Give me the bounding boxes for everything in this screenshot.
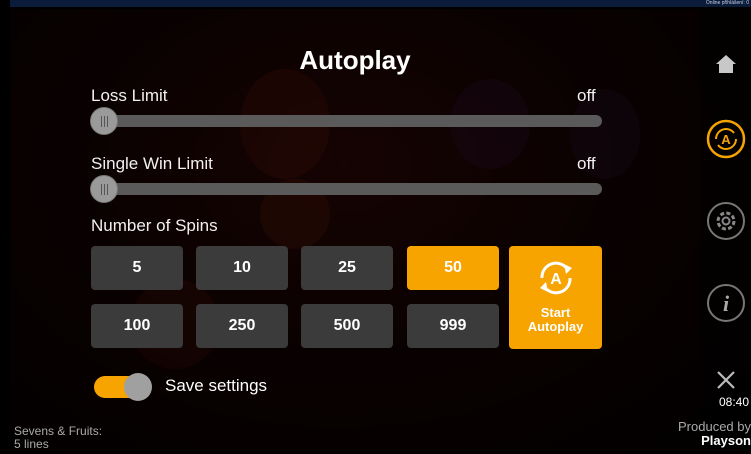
top-strip [10, 0, 751, 7]
toggle-knob [124, 373, 152, 401]
spins-option-button[interactable]: 500 [301, 304, 393, 348]
produced-by-label: Produced by [678, 419, 751, 434]
single-win-limit-value: off [577, 154, 596, 173]
autoplay-icon: A [539, 261, 572, 295]
autoplay-side-button[interactable]: A [701, 117, 751, 161]
start-label-line1: Start [540, 305, 571, 320]
single-win-limit-slider-handle[interactable] [90, 175, 118, 203]
producer-name: Playson [701, 433, 751, 448]
loss-limit-value: off [577, 86, 596, 105]
top-bar: Online přihlášení: 0 [0, 0, 751, 9]
info-button[interactable]: i [701, 281, 751, 325]
clock: 08:40 [718, 395, 749, 409]
autoplay-dialog: Autoplay Loss Limit off Single Win Limit… [10, 9, 751, 454]
home-button[interactable] [701, 49, 751, 79]
game-info: Sevens & Fruits: 5 lines [14, 425, 102, 451]
game-lines: 5 lines [14, 437, 49, 451]
producer-info: Produced by Playson [678, 420, 751, 448]
svg-text:A: A [550, 271, 562, 288]
single-win-limit-label: Single Win Limit [91, 154, 213, 173]
loss-limit-slider-handle[interactable] [90, 107, 118, 135]
info-icon: i [707, 284, 745, 322]
close-button[interactable] [701, 367, 751, 393]
spins-option-button[interactable]: 250 [196, 304, 288, 348]
spins-option-button[interactable]: 999 [407, 304, 499, 348]
loss-limit-label: Loss Limit [91, 86, 168, 105]
single-win-limit-slider[interactable] [92, 183, 602, 195]
spins-option-button[interactable]: 5 [91, 246, 183, 290]
loss-limit-slider[interactable] [92, 115, 602, 127]
spins-option-button[interactable]: 100 [91, 304, 183, 348]
home-icon [716, 55, 736, 73]
save-settings-toggle[interactable] [94, 373, 152, 401]
save-settings-label: Save settings [165, 376, 268, 395]
online-notice: Online přihlášení: 0 [705, 0, 749, 6]
svg-text:A: A [721, 132, 731, 147]
spins-option-button[interactable]: 10 [196, 246, 288, 290]
close-icon [717, 371, 735, 389]
number-of-spins-label: Number of Spins [91, 216, 218, 235]
dialog-title: Autoplay [299, 45, 411, 75]
autoplay-side-icon: A [706, 119, 746, 159]
settings-gear-icon [707, 202, 745, 240]
start-label-line2: Autoplay [527, 319, 584, 334]
settings-button[interactable] [701, 199, 751, 243]
spins-option-button-selected[interactable]: 50 [407, 246, 499, 290]
sidebar: A i [701, 9, 751, 454]
spins-option-button[interactable]: 25 [301, 246, 393, 290]
game-stage: Autoplay Loss Limit off Single Win Limit… [10, 9, 751, 454]
start-autoplay-button[interactable]: A Start Autoplay [509, 246, 602, 349]
svg-text:i: i [723, 291, 730, 316]
